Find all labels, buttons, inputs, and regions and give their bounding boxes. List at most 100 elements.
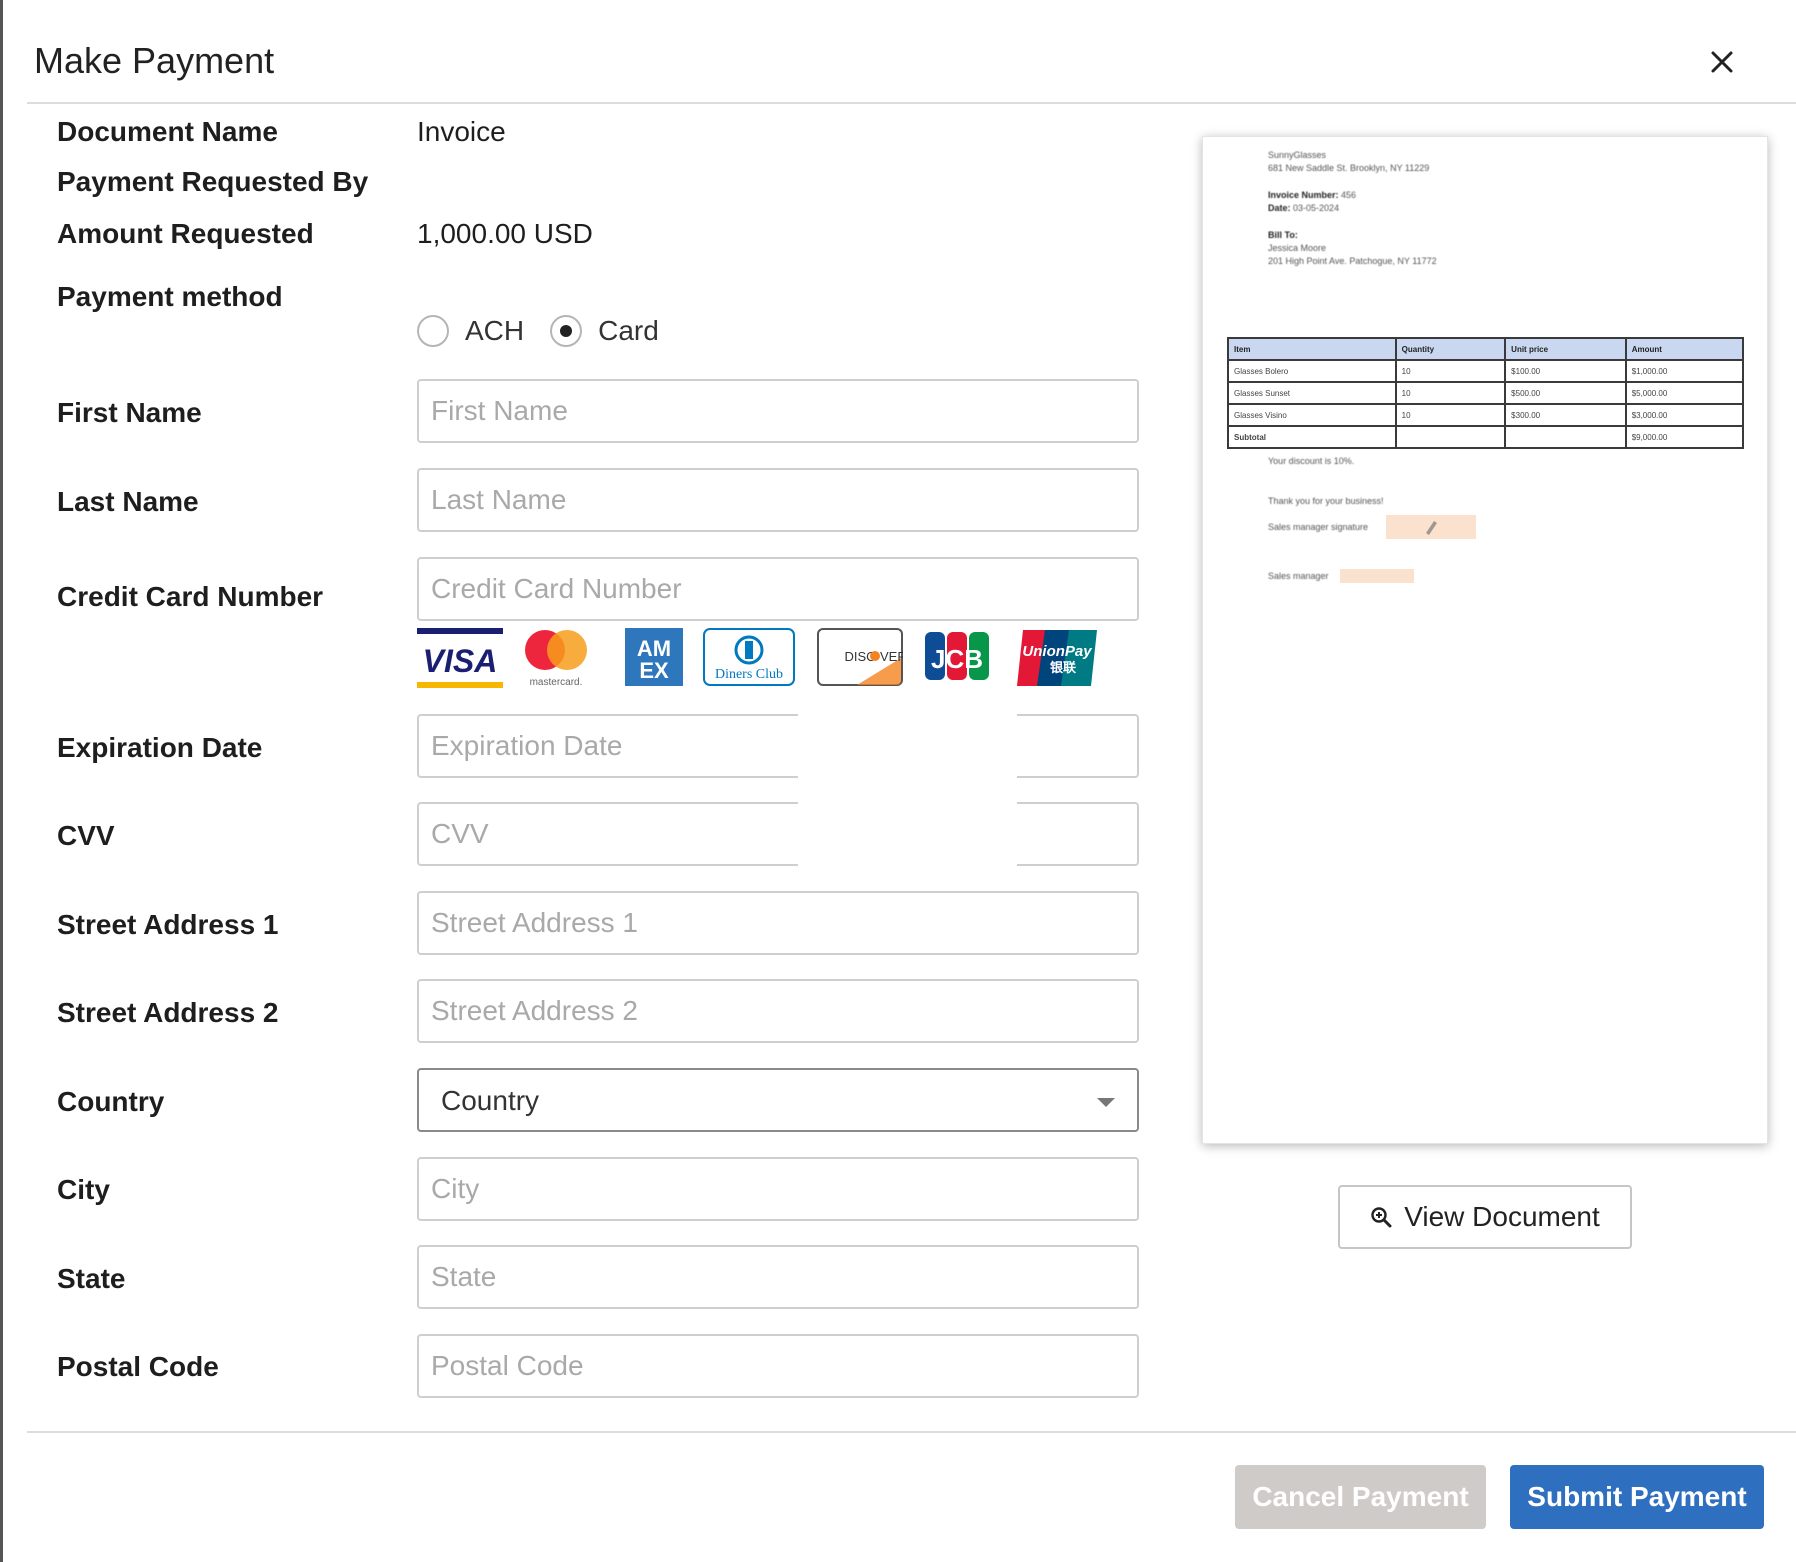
cancel-payment-button[interactable]: Cancel Payment — [1235, 1465, 1486, 1529]
doc-date-label: Date: — [1268, 203, 1291, 213]
svg-text:UnionPay: UnionPay — [1022, 643, 1092, 660]
street2-input[interactable] — [417, 979, 1139, 1043]
doc-company: SunnyGlasses — [1268, 150, 1327, 160]
svg-text:银联: 银联 — [1050, 660, 1076, 676]
document-preview[interactable]: SunnyGlasses 681 New Saddle St. Brooklyn… — [1202, 136, 1768, 1144]
radio-ach-label[interactable]: ACH — [465, 315, 524, 347]
doc-table-row: Subtotal $9,000.00 — [1227, 425, 1745, 449]
city-input[interactable] — [417, 1157, 1139, 1221]
view-document-button[interactable]: View Document — [1338, 1185, 1632, 1249]
last-name-label: Last Name — [57, 486, 199, 517]
modal-title: Make Payment — [34, 40, 275, 81]
card-brand-logos: VISA mastercard. AM EX Diners Club DISC … — [417, 628, 1139, 690]
doc-table-cell: Glasses Sunset — [1227, 381, 1397, 405]
doc-bill-to-name: Jessica Moore — [1268, 243, 1327, 253]
doc-line-items-table: Item Quantity Unit price Amount Glasses … — [1227, 337, 1745, 449]
view-document-label: View Document — [1404, 1201, 1600, 1232]
doc-table-cell: 10 — [1394, 403, 1507, 427]
amount-requested-label: Amount Requested — [57, 218, 314, 249]
doc-table-header: Amount — [1624, 337, 1745, 361]
svg-text:EX: EX — [639, 658, 669, 683]
doc-table-cell: $300.00 — [1504, 403, 1627, 427]
doc-bill-to-address: 201 High Point Ave. Patchogue, NY 11772 — [1268, 256, 1437, 266]
doc-table-cell: $5,000.00 — [1624, 381, 1745, 405]
doc-table-row: Glasses Visino 10 $300.00 $3,000.00 — [1227, 403, 1745, 427]
doc-invoice-number: 456 — [1341, 190, 1357, 200]
mastercard-icon: mastercard. — [521, 628, 591, 688]
street1-input[interactable] — [417, 891, 1139, 955]
expiration-input[interactable] — [417, 714, 1139, 778]
cvv-input[interactable] — [417, 802, 1139, 866]
doc-table-header: Quantity — [1394, 337, 1507, 361]
last-name-input[interactable] — [417, 468, 1139, 532]
cvv-label: CVV — [57, 820, 115, 851]
diners-club-icon: Diners Club — [703, 628, 795, 688]
signature-pen-icon — [1426, 521, 1437, 535]
doc-table-header: Item — [1227, 337, 1397, 361]
make-payment-modal: Make Payment Document Name Invoice Payme… — [3, 0, 1796, 1562]
doc-company-block: SunnyGlasses 681 New Saddle St. Brooklyn… — [1268, 149, 1429, 175]
card-number-input[interactable] — [417, 557, 1139, 621]
doc-table-cell: $100.00 — [1504, 359, 1627, 383]
doc-table-cell — [1394, 425, 1507, 449]
doc-table-header: Unit price — [1504, 337, 1627, 361]
doc-manager-label: Sales manager — [1268, 571, 1329, 581]
payment-method-radio-group: ACH Card — [417, 312, 685, 350]
country-select[interactable]: Country — [417, 1068, 1139, 1132]
postal-code-input[interactable] — [417, 1334, 1139, 1398]
doc-table-header-row: Item Quantity Unit price Amount — [1227, 337, 1745, 361]
chevron-down-icon — [1097, 1098, 1115, 1107]
close-icon — [1711, 51, 1733, 73]
visa-icon: VISA — [417, 628, 503, 688]
requested-by-label: Payment Requested By — [57, 166, 369, 197]
svg-text:JCB: JCB — [931, 644, 983, 674]
svg-text:Diners Club: Diners Club — [715, 667, 783, 682]
first-name-label: First Name — [57, 397, 202, 428]
jcb-icon: JCB — [925, 628, 989, 688]
card-number-label: Credit Card Number — [57, 581, 324, 612]
doc-thanks-note: Thank you for your business! — [1268, 496, 1384, 506]
state-label: State — [57, 1263, 126, 1294]
rendering-gap — [798, 712, 1017, 870]
doc-bill-to-label: Bill To: — [1268, 230, 1298, 240]
doc-bill-to-block: Bill To: Jessica Moore 201 High Point Av… — [1268, 229, 1437, 268]
payment-method-label: Payment method — [57, 281, 283, 312]
amex-icon: AM EX — [625, 628, 683, 688]
doc-invoice-number-label: Invoice Number: — [1268, 190, 1339, 200]
doc-company-address: 681 New Saddle St. Brooklyn, NY 11229 — [1268, 163, 1430, 173]
document-name-label: Document Name — [57, 116, 278, 147]
first-name-input[interactable] — [417, 379, 1139, 443]
doc-table-cell: $500.00 — [1504, 381, 1627, 405]
state-input[interactable] — [417, 1245, 1139, 1309]
discover-icon: DISC VER — [817, 628, 907, 688]
modal-footer-divider — [27, 1431, 1796, 1433]
doc-table-cell: Subtotal — [1227, 425, 1397, 449]
document-name-value: Invoice — [417, 116, 506, 147]
doc-date: 03-05-2024 — [1293, 203, 1340, 213]
country-label: Country — [57, 1086, 165, 1117]
doc-table-cell: Glasses Bolero — [1227, 359, 1397, 383]
doc-table-cell — [1504, 425, 1627, 449]
radio-card-label[interactable]: Card — [598, 315, 659, 347]
doc-table-cell: $3,000.00 — [1624, 403, 1745, 427]
doc-table-cell: $9,000.00 — [1624, 425, 1745, 449]
postal-code-label: Postal Code — [57, 1351, 219, 1382]
doc-table-row: Glasses Sunset 10 $500.00 $5,000.00 — [1227, 381, 1745, 405]
expiration-label: Expiration Date — [57, 732, 263, 763]
svg-text:mastercard.: mastercard. — [530, 677, 583, 688]
street2-label: Street Address 2 — [57, 997, 279, 1028]
city-label: City — [57, 1174, 110, 1205]
submit-payment-button[interactable]: Submit Payment — [1510, 1465, 1764, 1529]
radio-card[interactable] — [550, 315, 583, 347]
doc-table-cell: 10 — [1394, 359, 1507, 383]
svg-text:VER: VER — [880, 649, 903, 664]
doc-signature-label: Sales manager signature — [1268, 522, 1369, 532]
radio-ach[interactable] — [417, 315, 449, 347]
modal-header — [27, 0, 1796, 104]
unionpay-icon: UnionPay 银联 — [1015, 628, 1099, 688]
doc-invoice-block: Invoice Number: 456 Date: 03-05-2024 — [1268, 189, 1356, 215]
amount-requested-value: 1,000.00 USD — [417, 218, 593, 249]
close-button[interactable] — [1702, 42, 1742, 82]
zoom-in-icon — [1371, 1207, 1392, 1228]
country-select-value: Country — [441, 1085, 540, 1116]
